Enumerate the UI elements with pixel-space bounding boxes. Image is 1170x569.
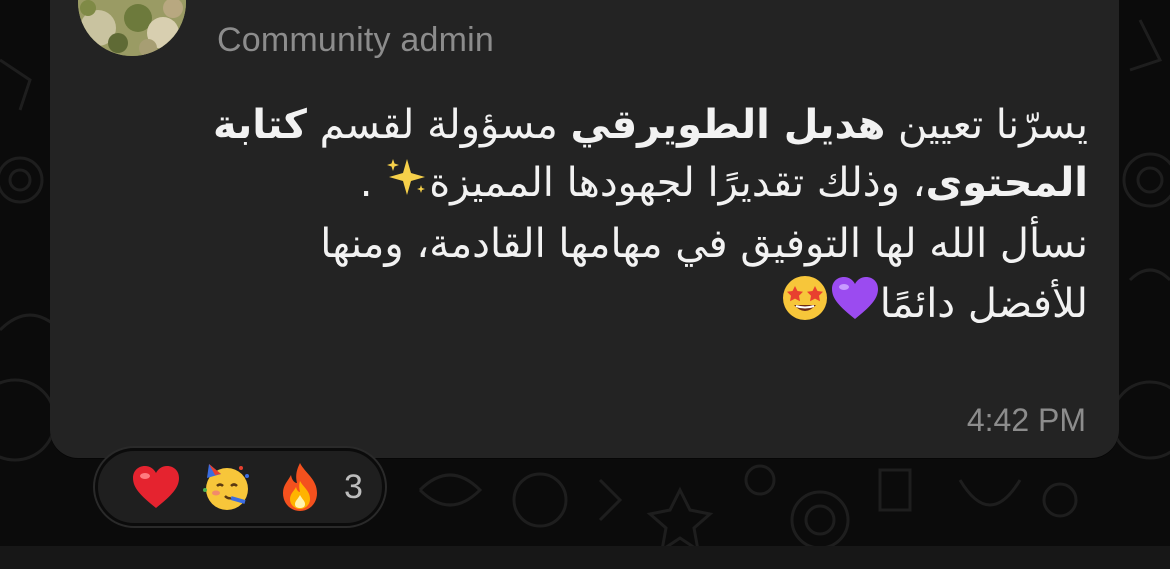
message-text: يسرّنا تعيين هديل الطويرقي مسؤولة لقسم ك…	[130, 96, 1088, 339]
bold-segment: المحتوى	[925, 160, 1088, 206]
message-line-2: المحتوى، وذلك تقديرًا لجهودها المميزة .	[130, 154, 1088, 215]
reaction-fire[interactable]	[264, 457, 336, 517]
bold-segment: كتابة	[213, 102, 307, 148]
text-segment: للأفضل دائمًا	[879, 281, 1088, 327]
message-line-1: يسرّنا تعيين هديل الطويرقي مسؤولة لقسم ك…	[130, 96, 1088, 154]
message-timestamp: 4:42 PM	[966, 402, 1086, 438]
sparkles-icon	[385, 155, 429, 215]
star-struck-face-icon	[780, 273, 830, 339]
reaction-partying-face[interactable]	[192, 457, 264, 517]
purple-heart-icon	[830, 275, 880, 337]
mention-name: هديل الطويرقي	[570, 102, 886, 148]
message-line-3: نسأل الله لها التوفيق في مهامها القادمة،…	[320, 221, 1088, 267]
reactions-pill[interactable]: 3	[95, 448, 385, 526]
bottom-bar	[0, 546, 1170, 569]
message-line-4: للأفضل دائمًا	[130, 273, 1088, 339]
text-segment: يسرّنا تعيين	[885, 102, 1088, 148]
text-segment: مسؤولة لقسم	[306, 102, 571, 148]
red-heart-icon	[133, 466, 179, 508]
partying-face-icon	[203, 464, 249, 510]
text-segment: .	[359, 160, 386, 206]
fire-icon	[283, 463, 317, 511]
text-segment: ، وذلك تقديرًا لجهودها المميزة	[429, 160, 926, 206]
sender-role-label: Community admin	[217, 21, 494, 59]
reaction-count: 3	[344, 467, 363, 506]
reaction-heart[interactable]	[120, 457, 192, 517]
